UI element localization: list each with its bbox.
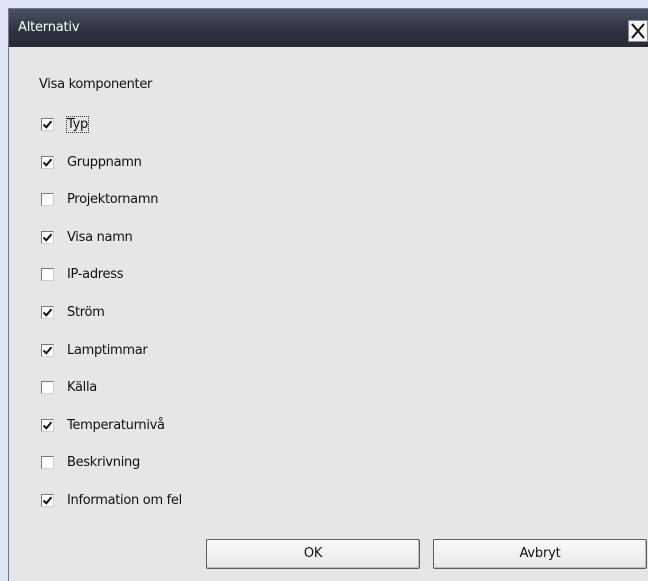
window-title: Alternativ (18, 20, 80, 35)
close-icon (631, 23, 645, 39)
checkmark-icon (43, 233, 52, 242)
checkbox-label: IP-adress (67, 267, 124, 283)
checkmark-icon (43, 421, 52, 430)
checkbox-kalla[interactable] (41, 381, 54, 395)
checkbox-typ[interactable] (41, 118, 54, 131)
checkbox-information-om-fel[interactable] (41, 494, 54, 507)
checkbox-ip-adress[interactable] (41, 268, 54, 282)
checkbox-label: Information om fel (67, 493, 182, 508)
checkbox-visa-namn[interactable] (41, 230, 54, 244)
checkbox-label: Beskrivning (67, 455, 140, 471)
checkbox-temperaturniva[interactable] (41, 418, 54, 432)
title-bar[interactable]: Alternativ (9, 9, 648, 47)
checkbox-label: Lamptimmar (67, 342, 148, 358)
checkbox-lamptimmar[interactable] (41, 343, 54, 357)
ok-button[interactable]: OK (206, 539, 420, 569)
checkbox-gruppnamn[interactable] (41, 155, 54, 169)
checkbox-label: Ström (67, 305, 105, 320)
checkbox-label: Projektornamn (67, 192, 159, 208)
cancel-button[interactable]: Avbryt (433, 539, 647, 569)
close-button[interactable] (628, 20, 648, 42)
checkbox-label: Typ (66, 116, 89, 133)
section-heading: Visa komponenter (39, 77, 153, 92)
checkbox-strom[interactable] (41, 306, 54, 319)
checkmark-icon (43, 158, 52, 167)
checkmark-icon (43, 496, 52, 505)
checkbox-label: Visa namn (67, 229, 133, 245)
checkmark-icon (43, 346, 52, 355)
checkbox-label: Gruppnamn (67, 154, 142, 170)
checkmark-icon (43, 308, 52, 317)
checkbox-label: Källa (67, 380, 97, 396)
checkbox-label: Temperaturnivå (67, 417, 165, 433)
checkbox-beskrivning[interactable] (41, 456, 54, 470)
checkmark-icon (43, 120, 52, 129)
options-dialog: Alternativ Visa komponenter Typ Gruppnamn… (8, 8, 648, 581)
checkbox-projektornamn[interactable] (41, 193, 54, 207)
